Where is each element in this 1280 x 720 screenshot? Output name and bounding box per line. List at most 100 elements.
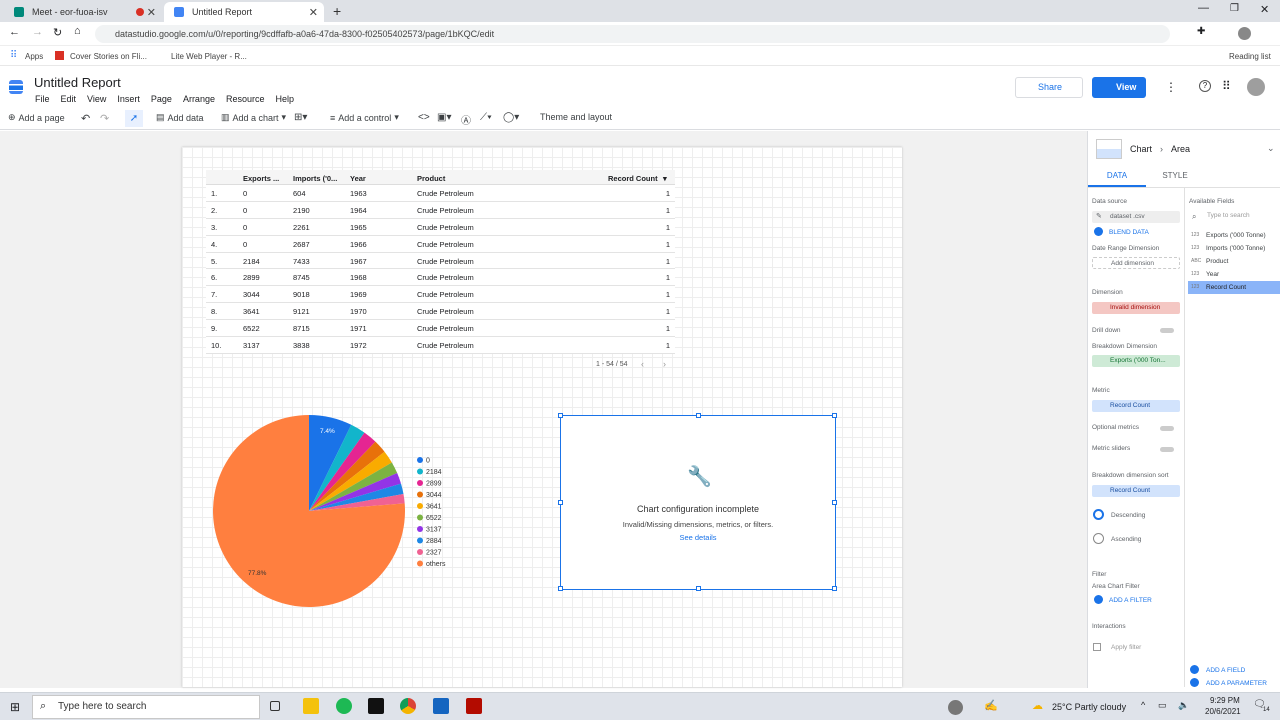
next-page-icon[interactable]: › — [663, 359, 666, 369]
network-icon[interactable]: ▭ — [1158, 700, 1167, 711]
data-table[interactable]: Exports ... Imports ('0... Year Product … — [206, 170, 675, 354]
menu-help[interactable]: Help — [276, 94, 295, 104]
apply-filter-checkbox[interactable] — [1093, 643, 1101, 651]
blend-data-button[interactable]: BLEND DATA — [1109, 229, 1149, 236]
help-icon[interactable]: ? — [1199, 80, 1211, 92]
table-row[interactable]: 8. 3641 9121 1970 Crude Petroleum 1 — [206, 303, 675, 321]
menu-file[interactable]: File — [35, 94, 50, 104]
chrome-icon[interactable] — [400, 698, 416, 714]
legend-label[interactable]: 2184 — [426, 469, 442, 476]
resize-handle[interactable] — [558, 500, 563, 505]
sort-chip[interactable]: Record Count — [1092, 485, 1180, 497]
add-field-button[interactable]: ADD A FIELD — [1206, 667, 1245, 674]
back-icon[interactable]: ← — [9, 26, 20, 38]
embed-icon[interactable]: <> — [418, 112, 430, 123]
see-details-link[interactable]: See details — [561, 533, 835, 542]
header-year[interactable]: Year — [350, 174, 366, 183]
add-dimension-button[interactable]: Add dimension — [1092, 257, 1180, 269]
collapse-icon[interactable]: ⌄ — [1267, 143, 1275, 154]
community-viz-icon[interactable]: ⊞▾ — [294, 112, 307, 123]
field-item[interactable]: ABC Product — [1188, 255, 1280, 268]
menu-view[interactable]: View — [87, 94, 106, 104]
field-search-input[interactable]: Type to search — [1207, 212, 1250, 219]
tab-style[interactable]: STYLE — [1146, 165, 1204, 187]
home-icon[interactable]: ⌂ — [74, 25, 81, 37]
resize-handle[interactable] — [558, 413, 563, 418]
table-row[interactable]: 3. 0 2261 1965 Crude Petroleum 1 — [206, 218, 675, 236]
select-icon[interactable]: ➚ — [125, 110, 143, 127]
weather-text[interactable]: 25°C Partly cloudy — [1052, 702, 1126, 712]
table-row[interactable]: 4. 0 2687 1966 Crude Petroleum 1 — [206, 235, 675, 253]
ascending-radio[interactable] — [1093, 533, 1104, 544]
pencil-icon[interactable]: ✎ — [1096, 212, 1102, 220]
metric-chip[interactable]: Record Count — [1092, 400, 1180, 412]
menu-insert[interactable]: Insert — [117, 94, 140, 104]
table-row[interactable]: 10. 3137 3838 1972 Crude Petroleum 1 — [206, 337, 675, 354]
more-icon[interactable]: ⋮ — [1165, 80, 1177, 94]
tab-data[interactable]: DATA — [1088, 165, 1146, 187]
resize-handle[interactable] — [558, 586, 563, 591]
legend-label[interactable]: 6522 — [426, 515, 442, 522]
taskbar-search[interactable]: Type here to search — [32, 695, 260, 719]
prev-page-icon[interactable]: ‹ — [641, 359, 644, 369]
legend-label[interactable]: others — [426, 561, 446, 568]
line-icon[interactable]: ⟋▾ — [480, 112, 492, 123]
field-item[interactable]: 123 Record Count — [1188, 281, 1280, 294]
menu-edit[interactable]: Edit — [61, 94, 77, 104]
data-source-chip[interactable]: dataset .csv — [1092, 211, 1180, 223]
legend-label[interactable]: 2899 — [426, 481, 442, 488]
menu-page[interactable]: Page — [151, 94, 172, 104]
menu-resource[interactable]: Resource — [226, 94, 265, 104]
new-tab-icon[interactable]: + — [333, 3, 341, 19]
view-button[interactable]: View — [1092, 77, 1146, 98]
descending-radio[interactable] — [1093, 509, 1104, 520]
header-record-count[interactable]: Record Count — [608, 174, 658, 183]
reading-list[interactable]: Reading list — [1229, 52, 1271, 61]
drill-down-toggle[interactable] — [1160, 328, 1174, 333]
add-filter-button[interactable]: ADD A FILTER — [1109, 597, 1152, 604]
add-control-button[interactable]: ≡ Add a control ▾ — [330, 112, 399, 123]
table-row[interactable]: 5. 2184 7433 1967 Crude Petroleum 1 — [206, 252, 675, 270]
forward-icon[interactable]: → — [32, 26, 43, 38]
metric-sliders-toggle[interactable] — [1160, 447, 1174, 452]
pie-chart[interactable]: 7.4% 77.8% 0 2184 2899 3044 3641 6522 3137 2884… — [205, 408, 465, 613]
volume-icon[interactable]: 🔈 — [1178, 700, 1189, 711]
table-row[interactable]: 6. 2899 8745 1968 Crude Petroleum 1 — [206, 269, 675, 287]
text-icon[interactable]: Ⓐ — [461, 112, 471, 127]
optional-metrics-toggle[interactable] — [1160, 426, 1174, 431]
clock-date[interactable]: 20/6/2021 — [1205, 707, 1241, 716]
share-button[interactable]: Share — [1015, 77, 1083, 98]
legend-label[interactable]: 3137 — [426, 527, 442, 534]
legend-label[interactable]: 3044 — [426, 492, 442, 499]
netflix-icon[interactable] — [368, 698, 384, 714]
user-avatar-icon[interactable] — [948, 700, 963, 715]
close-window-icon[interactable]: ✕ — [1260, 3, 1269, 16]
minimize-icon[interactable]: — — [1198, 2, 1209, 14]
account-avatar[interactable] — [1247, 78, 1265, 96]
bookmark-cover-stories[interactable]: Cover Stories on Fli... — [70, 52, 147, 61]
bookmark-lite-player[interactable]: Lite Web Player - R... — [171, 52, 247, 61]
url-field[interactable]: datastudio.google.com/u/0/reporting/9cdf… — [95, 25, 1170, 43]
legend-label[interactable]: 2884 — [426, 538, 442, 545]
menu-arrange[interactable]: Arrange — [183, 94, 215, 104]
field-item[interactable]: 123 Exports ('000 Tonne) — [1188, 229, 1280, 242]
theme-layout-button[interactable]: Theme and layout — [540, 112, 612, 122]
close-icon[interactable]: ✕ — [309, 6, 318, 19]
restore-icon[interactable]: ❐ — [1230, 3, 1239, 14]
legend-label[interactable]: 0 — [426, 458, 430, 465]
report-title[interactable]: Untitled Report — [34, 75, 121, 90]
resize-handle[interactable] — [832, 586, 837, 591]
header-imports[interactable]: Imports ('0... — [293, 174, 337, 183]
tray-chevron-icon[interactable]: ^ — [1141, 700, 1145, 710]
bookmark-apps[interactable]: Apps — [25, 52, 43, 61]
header-product[interactable]: Product — [417, 174, 445, 183]
undo-icon[interactable]: ↶ — [81, 112, 90, 125]
reload-icon[interactable]: ↻ — [53, 26, 62, 39]
legend-label[interactable]: 2327 — [426, 550, 442, 557]
close-icon[interactable]: ✕ — [147, 6, 156, 19]
windows-start-icon[interactable]: ⊞ — [10, 700, 20, 714]
header-exports[interactable]: Exports ... — [243, 174, 279, 183]
table-row[interactable]: 2. 0 2190 1964 Crude Petroleum 1 — [206, 201, 675, 219]
apps-icon[interactable]: ⠿ — [10, 50, 17, 61]
resize-handle[interactable] — [696, 586, 701, 591]
